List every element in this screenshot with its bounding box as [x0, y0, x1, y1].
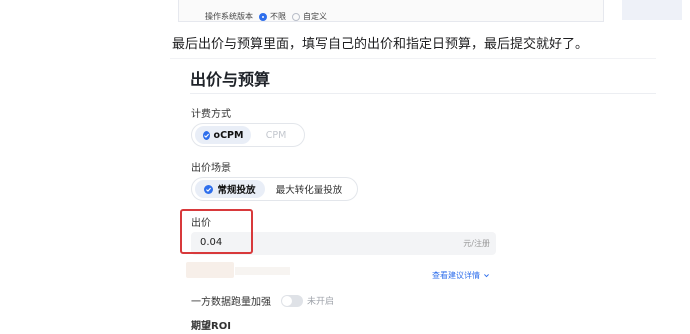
first-party-data-row: 一方数据跑量加强 未开启	[191, 293, 334, 308]
check-circle-icon	[204, 184, 214, 194]
section-title: 出价与预算	[190, 70, 271, 89]
radio-selected-icon[interactable]	[259, 12, 267, 21]
bid-unit: 元/注册	[463, 239, 490, 248]
os-option-label: 自定义	[303, 12, 327, 21]
scene-label: 出价场景	[191, 163, 231, 174]
toggle-state-text: 未开启	[307, 297, 335, 307]
billing-option-label: oCPM	[213, 129, 244, 141]
first-party-label: 一方数据跑量加强	[191, 297, 271, 308]
section-divider	[190, 93, 656, 94]
highlight-annotation-box	[180, 209, 253, 254]
expected-roi-label: 期望ROI	[191, 321, 231, 332]
billing-segmented-control: oCPM CPM	[191, 123, 305, 147]
scene-option-label: 常规投放	[217, 185, 256, 196]
billing-label: 计费方式	[191, 109, 231, 120]
radio-unselected-icon[interactable]	[292, 12, 300, 21]
os-option-unlimited[interactable]: 不限	[259, 11, 286, 22]
blurred-content	[186, 262, 234, 278]
scene-option-label: 最大转化量投放	[275, 185, 343, 196]
os-option-custom[interactable]: 自定义	[292, 11, 327, 22]
panel-top-edge	[170, 58, 656, 59]
check-circle-icon	[202, 130, 210, 140]
view-suggestion-link[interactable]: 查看建议详情	[432, 270, 490, 281]
os-option-label: 不限	[270, 12, 286, 21]
blurred-content	[235, 267, 290, 275]
os-version-label: 操作系统版本	[205, 12, 253, 21]
scene-option-max-conversion[interactable]: 最大转化量投放	[265, 180, 353, 198]
side-panel-fragment	[622, 0, 682, 20]
chevron-down-icon	[484, 274, 489, 278]
tutorial-caption: 最后出价与预算里面，填写自己的出价和指定日预算，最后提交就好了。	[172, 37, 589, 52]
suggestion-link-label: 查看建议详情	[432, 271, 480, 280]
scene-option-regular[interactable]: 常规投放	[195, 180, 265, 198]
billing-option-cpm[interactable]: CPM	[251, 126, 301, 144]
billing-option-ocpm[interactable]: oCPM	[195, 126, 251, 144]
os-version-row: 操作系统版本 不限 自定义	[205, 11, 327, 22]
scene-segmented-control: 常规投放 最大转化量投放	[191, 177, 358, 201]
first-party-toggle[interactable]	[281, 294, 303, 307]
billing-option-label: CPM	[265, 129, 287, 141]
